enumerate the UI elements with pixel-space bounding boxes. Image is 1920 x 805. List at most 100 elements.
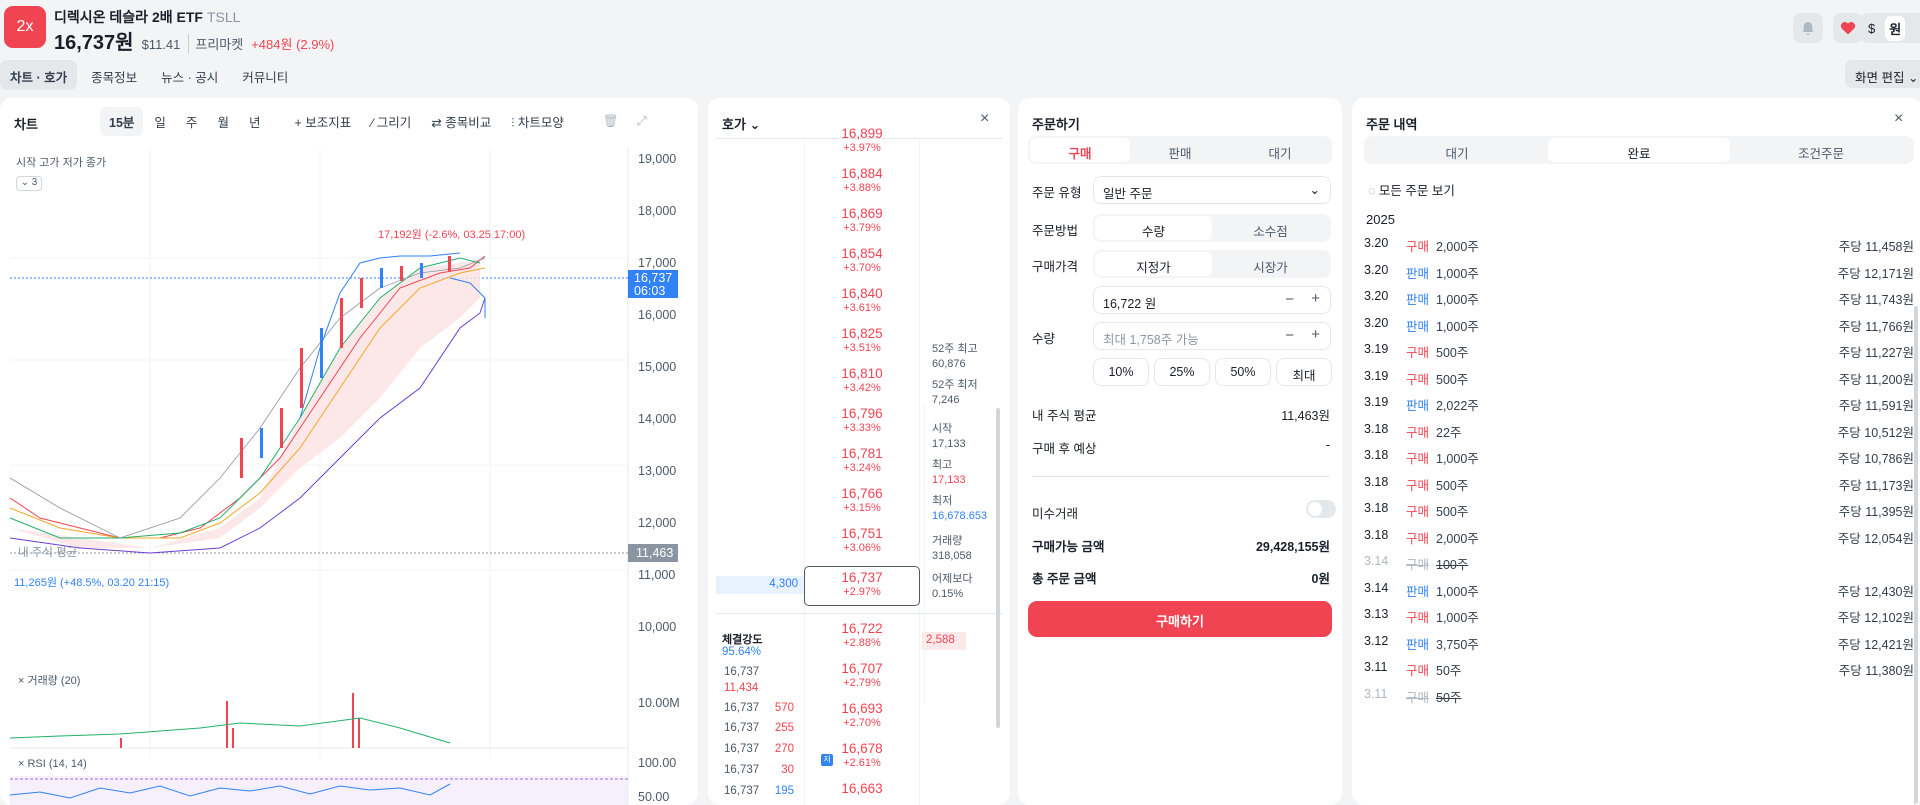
stat-low: 최저 16,678.653 (932, 495, 988, 522)
history-price: 주당 12,421원 (1837, 637, 1914, 652)
tab-info[interactable]: 종목정보 (81, 60, 147, 90)
tab-pending[interactable]: 대기 (1230, 138, 1330, 162)
ask-row[interactable]: 16,840 +3.61% (804, 286, 920, 314)
tab-news[interactable]: 뉴스 · 공시 (151, 60, 228, 90)
bid-row[interactable]: 16,707 +2.79% (804, 661, 920, 689)
trade-row: 16,737 270 (724, 743, 794, 755)
price-input[interactable]: 16,722 원 − + (1093, 286, 1331, 314)
history-qty: 2,000주 (1436, 240, 1479, 254)
edit-screen-button[interactable]: 화면 편집 ⌄ (1845, 60, 1920, 88)
method-qty[interactable]: 수량 (1095, 216, 1212, 240)
bell-button[interactable] (1793, 13, 1823, 43)
strength-value: 95.64% (722, 646, 762, 658)
history-price: 주당 11,743원 (1838, 293, 1914, 307)
history-qty: 2,000주 (1436, 531, 1479, 546)
currency-toggle[interactable]: $ 원 (1860, 13, 1920, 43)
history-qty: 3,750주 (1436, 637, 1479, 652)
tab-history-conditional[interactable]: 조건주문 (1730, 138, 1912, 162)
method-fraction[interactable]: 소수점 (1212, 216, 1329, 240)
history-price: 주당 11,227원 (1838, 346, 1914, 360)
scrollbar[interactable] (1914, 306, 1918, 805)
history-type: 구매 (1406, 478, 1430, 493)
ask-row[interactable]: 16,810 +3.42% (804, 366, 920, 394)
ask-row[interactable]: 16,781 +3.24% (804, 446, 920, 474)
current-price-row[interactable]: 16,737 +2.97% (804, 566, 920, 606)
y-tick: 11,000 (638, 568, 676, 582)
tab-sell[interactable]: 판매 (1130, 138, 1230, 162)
ask-row[interactable]: 16,825 +3.51% (804, 326, 920, 354)
history-qty: 50주 (1436, 664, 1462, 678)
pct-10-button[interactable]: 10% (1093, 358, 1149, 386)
currency-usd[interactable]: $ (1864, 18, 1879, 39)
scrollbar[interactable] (996, 408, 1000, 728)
stock-name: 디렉시온 테슬라 2배 ETF (54, 9, 203, 25)
ask-row[interactable]: 16,884 +3.88% (804, 166, 920, 194)
ask-row[interactable]: 16,796 +3.33% (804, 406, 920, 434)
history-date: 3.18 (1364, 448, 1389, 462)
history-price: 주당 11,173원 (1838, 478, 1914, 493)
orderbook-title[interactable]: 호가 ⌄ (722, 114, 760, 133)
currency-krw[interactable]: 원 (1885, 15, 1906, 41)
year-label: 2025 (1366, 212, 1395, 227)
bid-row[interactable]: 16,663 (804, 781, 920, 797)
ask-row[interactable]: 16,869 +3.79% (804, 206, 920, 234)
minus-icon[interactable]: − (1285, 291, 1294, 308)
ask-row[interactable]: 16,751 +3.06% (804, 526, 920, 554)
history-price: 주당 12,054원 (1837, 531, 1914, 546)
unsettled-row: 미수거래 (1032, 507, 1079, 521)
check-icon: ◌ (1368, 184, 1376, 198)
pct-max-button[interactable]: 최대 (1276, 358, 1332, 386)
ask-row[interactable]: 16,854 +3.70% (804, 246, 920, 274)
history-type: 구매 (1406, 372, 1430, 387)
pct-25-button[interactable]: 25% (1154, 358, 1210, 386)
pct-50-button[interactable]: 50% (1215, 358, 1271, 386)
all-orders-checkbox[interactable]: ◌ 모든 주문 보기 (1368, 180, 1455, 199)
stock-logo: 2x (4, 6, 46, 48)
session-label: 프리마켓 (188, 34, 243, 53)
plus-icon[interactable]: + (1311, 326, 1320, 343)
low-annotation: 11,265원 (+48.5%, 03.20 21:15) (14, 577, 170, 589)
history-date: 3.18 (1364, 474, 1389, 489)
rsi-label: × RSI (14, 14) (18, 758, 87, 770)
favorite-button[interactable] (1833, 13, 1863, 43)
history-type: 판매 (1406, 399, 1430, 413)
history-qty: 1,000주 (1436, 319, 1479, 334)
history-date: 3.14 (1364, 580, 1389, 595)
ask-row[interactable]: 16,899 +3.97% (804, 126, 920, 154)
close-icon[interactable]: × (1894, 110, 1903, 128)
history-price: 주당 11,766원 (1838, 319, 1914, 334)
history-price: 주당 10,512원 (1837, 425, 1914, 440)
bid-row[interactable]: 16,693 +2.70% (804, 701, 920, 729)
order-type-select[interactable]: 일반 주문 ⌄ (1093, 176, 1331, 204)
price-limit[interactable]: 지정가 (1095, 252, 1212, 276)
minus-icon[interactable]: − (1285, 327, 1294, 344)
history-date: 3.19 (1364, 395, 1389, 409)
plus-icon[interactable]: + (1311, 290, 1320, 307)
history-date: 3.12 (1364, 633, 1389, 648)
submit-buy-button[interactable]: 구매하기 (1028, 601, 1332, 637)
bid-row[interactable]: 16,722 +2.88% (804, 621, 920, 649)
ask-row[interactable]: 16,766 +3.15% (804, 486, 920, 514)
price-chart[interactable] (0, 98, 698, 805)
strength-label: 체결강도 (722, 634, 763, 646)
price-market[interactable]: 시장가 (1212, 252, 1329, 276)
qty-input[interactable]: 최대 1,758주 가능 − + (1093, 322, 1331, 350)
tab-community[interactable]: 커뮤니티 (232, 60, 298, 90)
tab-history-pending[interactable]: 대기 (1366, 138, 1548, 162)
unsettled-toggle[interactable] (1306, 500, 1336, 518)
tab-history-done[interactable]: 완료 (1548, 138, 1730, 162)
history-date: 3.18 (1364, 421, 1389, 436)
trade-row: 16,737 195 (724, 785, 794, 797)
tab-chart[interactable]: 차트 · 호가 (0, 60, 78, 90)
trade-row: 11,434 (724, 682, 759, 694)
rsi-tick: 50.00 (638, 790, 670, 804)
close-icon[interactable]: × (980, 110, 989, 128)
history-price: 주당 11,380원 (1838, 664, 1914, 678)
stat-open: 시작 17,133 (932, 423, 966, 450)
tab-buy[interactable]: 구매 (1030, 138, 1130, 162)
history-price: 주당 11,395원 (1838, 505, 1914, 519)
stat-52w-high: 52주 최고 60,876 (932, 343, 978, 370)
history-title: 주문 내역 (1366, 117, 1418, 132)
current-qty: 4,300 (716, 576, 804, 594)
history-qty: 22주 (1436, 425, 1462, 440)
